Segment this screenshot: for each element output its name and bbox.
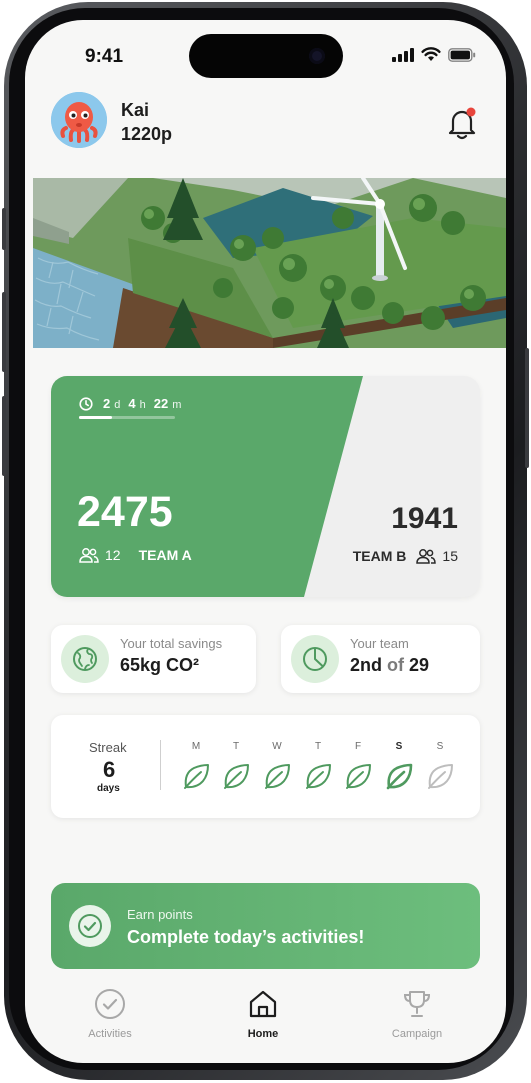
octopus-avatar	[51, 92, 107, 148]
team-a-name: TEAM A	[138, 547, 192, 563]
timer-minutes-unit: m	[172, 399, 182, 411]
timer-progress-bar	[79, 416, 175, 419]
savings-label: Your total savings	[120, 636, 223, 651]
timer-progress-fill	[79, 416, 112, 419]
streak-day: T	[303, 741, 333, 791]
timer-days-unit: d	[114, 399, 121, 411]
battery-icon	[448, 47, 476, 62]
streak-divider	[160, 740, 161, 790]
check-circle-icon	[95, 989, 125, 1019]
avatar[interactable]	[51, 92, 107, 148]
leaf-done-icon	[224, 764, 249, 789]
team-b-meta: TEAM B 15	[353, 548, 458, 564]
cta-subtitle: Earn points	[127, 907, 193, 922]
pie-chart-icon	[303, 647, 327, 671]
day-letter: T	[232, 741, 240, 752]
team-rank-icon-wrap	[291, 635, 339, 683]
leaf-pending-icon	[428, 764, 453, 789]
savings-value: 65kg CO²	[120, 655, 200, 675]
team-a-score: 2475	[77, 488, 173, 536]
members-icon	[416, 549, 437, 564]
competition-timer: 2 d 4 h 22 m	[79, 396, 185, 411]
tab-label: Campaign	[391, 1028, 443, 1040]
leaf-done-icon	[265, 764, 290, 789]
streak-day: T	[221, 741, 251, 791]
power-button	[525, 348, 529, 468]
streak-day: S	[425, 741, 455, 791]
dynamic-island	[189, 34, 343, 78]
cta-icon-wrap	[69, 905, 111, 947]
savings-card[interactable]: Your total savings 65kg CO²	[51, 625, 256, 693]
leaf-done-icon	[184, 764, 209, 789]
day-letter: T	[314, 741, 322, 752]
user-name: Kai	[121, 100, 150, 120]
team-rank-total: 29	[409, 655, 430, 675]
timer-days: 2	[103, 396, 111, 411]
streak-count: 6	[103, 757, 116, 782]
streak-day: F	[343, 741, 373, 791]
home-icon	[249, 990, 277, 1018]
notification-dot	[466, 107, 476, 117]
team-b-members: 15	[442, 548, 458, 564]
team-a-members: 12	[105, 547, 121, 563]
wifi-icon	[421, 47, 441, 61]
streak-card[interactable]: Streak 6 days M T W T F S S	[51, 715, 480, 818]
tab-label: Activities	[88, 1028, 132, 1040]
team-rank-card[interactable]: Your team 2nd of 29	[281, 625, 480, 693]
day-letter: S	[395, 741, 403, 752]
action-button	[2, 208, 6, 250]
streak-day: W	[262, 741, 292, 791]
front-camera	[309, 48, 325, 64]
tab-campaign[interactable]: Campaign	[362, 988, 472, 1040]
leaf-done-icon	[346, 764, 371, 789]
check-circle-icon	[78, 914, 102, 938]
bell-icon[interactable]	[447, 106, 477, 140]
volume-up-button	[2, 292, 6, 372]
volume-down-button	[2, 396, 6, 476]
savings-icon-wrap	[61, 635, 109, 683]
team-rank-label: Your team	[350, 636, 409, 651]
status-time: 9:41	[85, 46, 124, 67]
cellular-signal-icon	[392, 47, 414, 62]
complete-activities-button[interactable]: Earn points Complete today’s activities!	[51, 883, 480, 969]
timer-hours-unit: h	[139, 399, 146, 411]
tab-label: Home	[247, 1028, 279, 1040]
clock-icon	[79, 396, 93, 411]
streak-day: M	[181, 741, 211, 791]
leaf-done-icon	[306, 764, 331, 789]
streak-unit: days	[97, 783, 120, 794]
team-rank-value: 2nd of 29	[350, 655, 429, 676]
team-b-score: 1941	[391, 502, 458, 535]
streak-label: Streak	[89, 740, 127, 755]
landscape-banner	[33, 178, 506, 348]
user-points: 1220p	[121, 124, 173, 144]
earth-icon	[73, 647, 97, 671]
day-letter: F	[354, 741, 362, 752]
team-rank-position: 2nd	[350, 655, 383, 675]
app-screen: 9:41 Kai 1220p 2 d 4 h 22 m 2475 12 TEAM…	[25, 20, 506, 1063]
timer-minutes: 22	[153, 396, 169, 411]
tab-home[interactable]: Home	[208, 988, 318, 1040]
day-letter: M	[191, 741, 201, 752]
trophy-icon	[403, 991, 431, 1017]
team-a-meta: 12 TEAM A	[79, 547, 192, 563]
cta-title: Complete today’s activities!	[127, 927, 365, 947]
team-competition-card[interactable]: 2 d 4 h 22 m 2475 12 TEAM A 1941 TEAM B	[51, 376, 480, 597]
day-letter: S	[436, 741, 444, 752]
leaf-done-icon	[386, 763, 413, 790]
day-letter: W	[272, 741, 282, 752]
tab-activities[interactable]: Activities	[55, 988, 165, 1040]
team-rank-of: of	[387, 655, 405, 675]
timer-hours: 4	[128, 396, 136, 411]
members-icon	[79, 548, 99, 563]
team-b-name: TEAM B	[352, 548, 407, 564]
streak-day-today: S	[384, 741, 414, 791]
status-icons	[392, 47, 476, 62]
